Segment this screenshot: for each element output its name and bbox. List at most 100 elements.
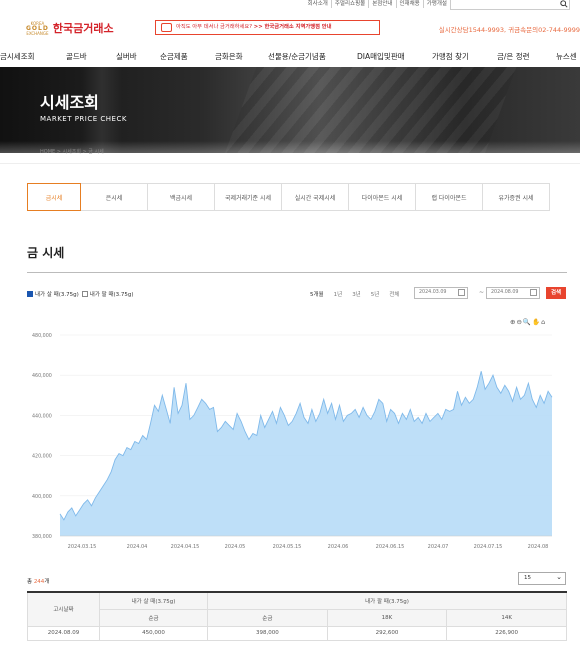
- tab-silver[interactable]: 은시세: [81, 183, 148, 211]
- link-store-info[interactable]: 본점안내: [369, 0, 397, 8]
- cell-date: 2024.08.09: [27, 625, 100, 641]
- y-tick-label: 440,000: [32, 413, 52, 419]
- y-tick-label: 420,000: [32, 454, 52, 460]
- col-buy-pure: 순금: [99, 608, 208, 627]
- nav-item-gifts[interactable]: 선물용/순금기념품: [268, 51, 326, 62]
- nav-item-diamond[interactable]: DIA매입및판매: [357, 51, 405, 62]
- nav-item-coins[interactable]: 금화은화: [215, 51, 243, 62]
- date-separator: ~: [479, 289, 485, 296]
- total-prefix: 총: [27, 579, 33, 585]
- x-tick-label: 2024.07.15: [474, 544, 503, 550]
- site-search-input[interactable]: [450, 0, 570, 10]
- banner-subtitle: MARKET PRICE CHECK: [40, 115, 127, 123]
- table-row: 2024.08.09 450,000 398,000 292,600 226,9…: [27, 625, 567, 641]
- calendar-icon[interactable]: [458, 289, 465, 296]
- price-table: 고시날짜 내가 살 때(3.75g) 내가 팔 때(3.75g) 순금 순금 1…: [27, 591, 567, 641]
- tab-securities[interactable]: 유가증권 시세: [483, 183, 550, 211]
- period-5y[interactable]: 5년: [371, 290, 380, 298]
- period-all[interactable]: 전체: [389, 290, 399, 298]
- search-button[interactable]: 검색: [546, 287, 566, 299]
- y-tick-label: 480,000: [32, 333, 52, 339]
- buy-label: 내가 살 때(3.75g): [35, 292, 79, 298]
- franchise-promo-banner[interactable]: 아직도 아무 데서나 금거래하세요? >> 한국금거래소 지역가맹점 안내: [155, 20, 380, 35]
- total-suffix: 개: [44, 579, 50, 585]
- y-tick-label: 400,000: [32, 494, 52, 500]
- promo-cta: >> 한국금거래소 지역가맹점 안내: [253, 24, 332, 30]
- buy-checkbox[interactable]: [27, 291, 33, 297]
- page-title: 금 시세: [27, 246, 65, 260]
- col-date: 고시날짜: [27, 591, 100, 627]
- cell-sell-18k: 292,600: [326, 625, 448, 641]
- gold-price-chart[interactable]: 380,000 400,000 420,000 440,000 460,000 480,0…: [30, 325, 570, 555]
- x-tick-label: 2024.04: [127, 544, 148, 550]
- main-nav: 금시세조회 골드바 실버바 순금제품 금화은화 선물용/순금기념품 DIA매입및…: [0, 48, 580, 66]
- sell-label: 내가 팔 때(3.75g): [89, 292, 134, 298]
- search-icon[interactable]: [560, 0, 568, 10]
- x-tick-label: 2024.03.15: [68, 544, 97, 550]
- tab-realtime-international[interactable]: 실시간 국제시세: [282, 183, 349, 211]
- price-tabs: 금시세 은시세 백금시세 국제거래기준 시세 실시간 국제시세 다이아몬드 시세…: [27, 183, 580, 211]
- x-tick-label: 2024.05: [225, 544, 246, 550]
- nav-item-gold-bar[interactable]: 골드바: [66, 51, 87, 62]
- total-count: 총 244개: [27, 577, 49, 585]
- col-sell-pure: 순금: [207, 608, 328, 627]
- col-sell-18k: 18K: [326, 608, 448, 627]
- store-icon: [161, 23, 172, 32]
- logo-mark-bottom: EXCHANGE: [26, 30, 49, 36]
- cell-buy-pure: 450,000: [99, 625, 208, 641]
- nav-item-store-finder[interactable]: 가맹점 찾기: [432, 51, 469, 62]
- utility-bar: 회사소개 주얼리쇼핑몰 본점안내 인재채용 가맹개설: [0, 0, 580, 12]
- link-careers[interactable]: 인재채용: [397, 0, 424, 8]
- y-tick-label: 460,000: [32, 373, 52, 379]
- site-logo[interactable]: KOREA GOLD EXCHANGE 한국금거래소: [26, 20, 114, 36]
- nav-item-refining[interactable]: 금/은 정련: [497, 51, 530, 62]
- nav-item-news[interactable]: 뉴스센: [556, 51, 577, 62]
- tab-gold[interactable]: 금시세: [27, 183, 81, 211]
- link-company[interactable]: 회사소개: [305, 0, 332, 8]
- cell-sell-14k: 226,900: [446, 625, 567, 641]
- period-3y[interactable]: 3년: [352, 290, 361, 298]
- x-tick-label: 2024.04.15: [171, 544, 200, 550]
- col-buy: 내가 살 때(3.75g): [99, 591, 208, 610]
- link-jewelry-shop[interactable]: 주얼리쇼핑몰: [332, 0, 370, 8]
- x-tick-label: 2024.07: [428, 544, 449, 550]
- total-count-value: 244: [33, 579, 45, 585]
- chevron-down-icon: ⌄: [556, 573, 562, 581]
- tab-international-standard[interactable]: 국제거래기준 시세: [215, 183, 282, 211]
- tab-platinum[interactable]: 백금시세: [148, 183, 215, 211]
- page-size-select[interactable]: 15 ⌄: [518, 572, 566, 585]
- banner-title: 시세조회: [40, 93, 99, 112]
- x-tick-label: 2024.06: [328, 544, 349, 550]
- nav-item-silver-bar[interactable]: 실버바: [116, 51, 137, 62]
- utility-links: 회사소개 주얼리쇼핑몰 본점안내 인재채용 가맹개설: [305, 0, 450, 8]
- logo-mark: KOREA GOLD EXCHANGE: [26, 21, 49, 36]
- link-franchise[interactable]: 가맹개설: [424, 0, 450, 8]
- series-filters: 내가 살 때(3.75g) 내가 팔 때(3.75g): [27, 290, 134, 298]
- title-underline: [27, 272, 567, 273]
- nav-item-pure-gold[interactable]: 순금제품: [160, 51, 188, 62]
- period-1y[interactable]: 1년: [334, 290, 343, 298]
- promo-text: 아직도 아무 데서나 금거래하세요?: [176, 24, 253, 30]
- x-tick-label: 2024.05.15: [273, 544, 302, 550]
- sell-checkbox[interactable]: [81, 291, 88, 297]
- x-tick-label: 2024.08: [528, 544, 549, 550]
- breadcrumb: HOME > 시세조회 > 금 시세: [40, 149, 104, 155]
- period-selector: 5개월 1년 3년 5년 전체: [310, 290, 399, 298]
- calendar-icon[interactable]: [530, 289, 537, 296]
- y-tick-label: 380,000: [32, 534, 52, 540]
- nav-item-gold-price[interactable]: 금시세조회: [0, 51, 35, 62]
- price-area: [60, 371, 552, 536]
- page-banner: 시세조회 MARKET PRICE CHECK: [0, 67, 580, 153]
- site-header: KOREA GOLD EXCHANGE 한국금거래소 아직도 아무 데서나 금거…: [0, 16, 580, 42]
- col-sell: 내가 팔 때(3.75g): [207, 591, 567, 610]
- tab-diamond[interactable]: 다이아몬드 시세: [349, 183, 416, 211]
- contact-numbers: 실시간상담1544-9993, 귀금속문의02-744-9999: [438, 26, 580, 34]
- x-tick-label: 2024.06.15: [376, 544, 405, 550]
- period-5m[interactable]: 5개월: [310, 290, 324, 298]
- cell-sell-pure: 398,000: [207, 625, 328, 641]
- logo-text: 한국금거래소: [52, 22, 114, 35]
- col-sell-14k: 14K: [446, 608, 567, 627]
- tab-lab-diamond[interactable]: 랩 다이아몬드: [416, 183, 483, 211]
- divider: [0, 163, 580, 164]
- page-size-value: 15: [524, 575, 531, 581]
